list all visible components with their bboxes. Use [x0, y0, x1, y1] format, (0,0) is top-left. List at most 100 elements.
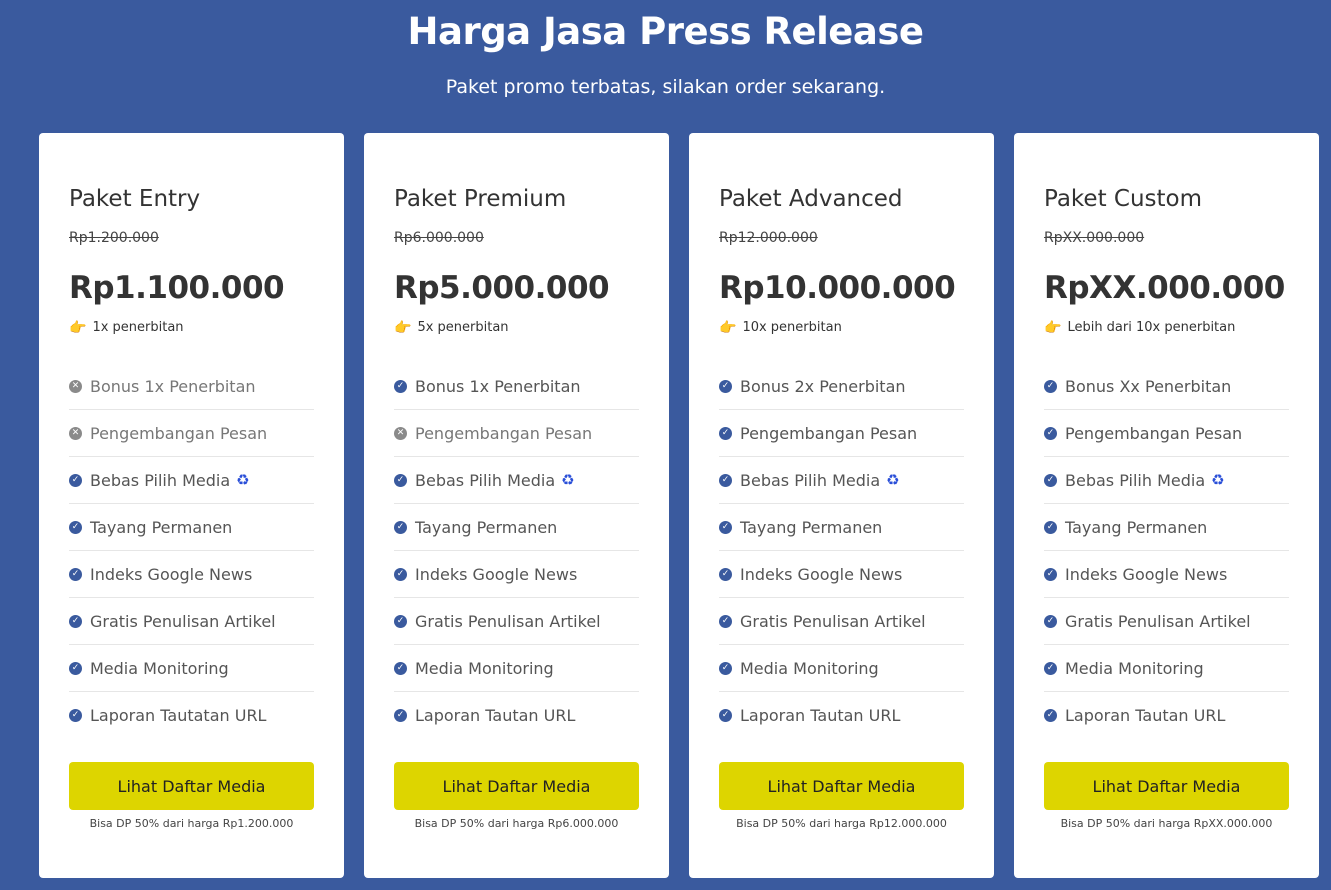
check-circle-icon: ✓ — [1044, 473, 1057, 487]
feature-item: ✓ Gratis Penulisan Artikel — [1044, 598, 1289, 645]
view-media-list-button[interactable]: Lihat Daftar Media — [1044, 762, 1289, 810]
feature-label: Pengembangan Pesan — [1065, 423, 1243, 443]
feature-label: Gratis Penulisan Artikel — [1065, 611, 1251, 631]
feature-item: ✓ Media Monitoring — [1044, 645, 1289, 692]
feature-label: Laporan Tautatan URL — [90, 705, 267, 725]
feature-item: ✕ Pengembangan Pesan — [69, 410, 314, 457]
feature-item: ✓ Media Monitoring — [394, 645, 639, 692]
feature-label: Indeks Google News — [1065, 564, 1228, 584]
check-circle-icon: ✓ — [1044, 614, 1057, 628]
feature-label: Indeks Google News — [740, 564, 903, 584]
down-payment-note: Bisa DP 50% dari harga Rp1.200.000 — [89, 817, 294, 830]
feature-item: ✓ Tayang Permanen — [1044, 504, 1289, 551]
feature-label: Bonus 1x Penerbitan — [90, 376, 256, 396]
check-circle-icon: ✓ — [69, 567, 82, 581]
feature-item: ✓ Tayang Permanen — [69, 504, 314, 551]
feature-item: ✓ Tayang Permanen — [394, 504, 639, 551]
feature-item: ✓ Bonus Xx Penerbitan — [1044, 363, 1289, 410]
old-price: Rp6.000.000 — [394, 230, 484, 246]
feature-item: ✓ Media Monitoring — [69, 645, 314, 692]
feature-item: ✓ Bebas Pilih Media ♻ — [1044, 457, 1289, 504]
publication-count: 👉 5x penerbitan — [394, 319, 509, 337]
check-circle-icon: ✓ — [69, 520, 82, 534]
check-circle-icon: ✓ — [394, 520, 407, 534]
feature-label: Laporan Tautan URL — [415, 705, 576, 725]
feature-label: Bebas Pilih Media — [415, 470, 556, 490]
pointing-hand-icon: 👉 — [719, 320, 737, 336]
feature-label: Gratis Penulisan Artikel — [415, 611, 601, 631]
feature-label: Gratis Penulisan Artikel — [90, 611, 276, 631]
x-circle-icon: ✕ — [394, 426, 407, 440]
check-circle-icon: ✓ — [719, 708, 732, 722]
feature-item: ✓ Indeks Google News — [1044, 551, 1289, 598]
pricing-card: Paket Custom RpXX.000.000 RpXX.000.000 👉… — [1014, 133, 1319, 878]
check-circle-icon: ✓ — [719, 379, 732, 393]
view-media-list-button[interactable]: Lihat Daftar Media — [719, 762, 964, 810]
feature-label: Media Monitoring — [90, 658, 229, 678]
check-circle-icon: ✓ — [69, 473, 82, 487]
check-circle-icon: ✓ — [394, 614, 407, 628]
feature-label: Media Monitoring — [415, 658, 554, 678]
plan-name: Paket Entry — [69, 186, 201, 212]
feature-label: Tayang Permanen — [90, 517, 233, 537]
feature-label: Bonus Xx Penerbitan — [1065, 376, 1232, 396]
pointing-hand-icon: 👉 — [1044, 320, 1062, 336]
feature-list: ✓ Bonus Xx Penerbitan ✓ Pengembangan Pes… — [1044, 363, 1289, 738]
check-circle-icon: ✓ — [1044, 426, 1057, 440]
feature-list: ✓ Bonus 2x Penerbitan ✓ Pengembangan Pes… — [719, 363, 964, 738]
feature-item: ✓ Pengembangan Pesan — [719, 410, 964, 457]
old-price: RpXX.000.000 — [1044, 230, 1145, 246]
feature-label: Bebas Pilih Media — [90, 470, 231, 490]
feature-label: Pengembangan Pesan — [415, 423, 593, 443]
check-circle-icon: ✓ — [719, 473, 732, 487]
x-circle-icon: ✕ — [69, 426, 82, 440]
check-circle-icon: ✓ — [69, 708, 82, 722]
x-circle-icon: ✕ — [69, 379, 82, 393]
publication-label: Lebih dari 10x penerbitan — [1067, 320, 1236, 335]
page-title: Harga Jasa Press Release — [407, 10, 924, 53]
feature-label: Laporan Tautan URL — [1065, 705, 1226, 725]
feature-item: ✓ Laporan Tautatan URL — [69, 692, 314, 738]
feature-item: ✓ Gratis Penulisan Artikel — [719, 598, 964, 645]
plan-name: Paket Custom — [1044, 186, 1203, 212]
check-circle-icon: ✓ — [69, 614, 82, 628]
recycle-icon: ♻ — [886, 471, 900, 489]
feature-item: ✓ Bebas Pilih Media ♻ — [719, 457, 964, 504]
view-media-list-button[interactable]: Lihat Daftar Media — [69, 762, 314, 810]
check-circle-icon: ✓ — [1044, 379, 1057, 393]
feature-item: ✓ Indeks Google News — [719, 551, 964, 598]
feature-label: Pengembangan Pesan — [740, 423, 918, 443]
publication-label: 1x penerbitan — [92, 320, 184, 335]
feature-label: Bonus 1x Penerbitan — [415, 376, 581, 396]
publication-label: 5x penerbitan — [417, 320, 509, 335]
price: Rp10.000.000 — [719, 270, 956, 306]
check-circle-icon: ✓ — [1044, 708, 1057, 722]
feature-item: ✓ Bonus 2x Penerbitan — [719, 363, 964, 410]
feature-item: ✓ Indeks Google News — [69, 551, 314, 598]
feature-label: Tayang Permanen — [1065, 517, 1208, 537]
recycle-icon: ♻ — [561, 471, 575, 489]
feature-list: ✕ Bonus 1x Penerbitan ✕ Pengembangan Pes… — [69, 363, 314, 738]
feature-label: Gratis Penulisan Artikel — [740, 611, 926, 631]
check-circle-icon: ✓ — [394, 379, 407, 393]
feature-item: ✓ Pengembangan Pesan — [1044, 410, 1289, 457]
publication-count: 👉 1x penerbitan — [69, 319, 184, 337]
check-circle-icon: ✓ — [1044, 567, 1057, 581]
feature-item: ✓ Laporan Tautan URL — [719, 692, 964, 738]
feature-label: Pengembangan Pesan — [90, 423, 268, 443]
pricing-card: Paket Premium Rp6.000.000 Rp5.000.000 👉 … — [364, 133, 669, 878]
view-media-list-button[interactable]: Lihat Daftar Media — [394, 762, 639, 810]
pricing-card: Paket Advanced Rp12.000.000 Rp10.000.000… — [689, 133, 994, 878]
feature-item: ✓ Bebas Pilih Media ♻ — [69, 457, 314, 504]
feature-label: Laporan Tautan URL — [740, 705, 901, 725]
feature-item: ✓ Gratis Penulisan Artikel — [69, 598, 314, 645]
check-circle-icon: ✓ — [719, 567, 732, 581]
publication-label: 10x penerbitan — [742, 320, 842, 335]
feature-item: ✕ Bonus 1x Penerbitan — [69, 363, 314, 410]
feature-item: ✓ Bonus 1x Penerbitan — [394, 363, 639, 410]
feature-label: Media Monitoring — [1065, 658, 1204, 678]
down-payment-note: Bisa DP 50% dari harga Rp12.000.000 — [736, 817, 947, 830]
feature-item: ✓ Indeks Google News — [394, 551, 639, 598]
feature-item: ✓ Media Monitoring — [719, 645, 964, 692]
feature-label: Indeks Google News — [90, 564, 253, 584]
